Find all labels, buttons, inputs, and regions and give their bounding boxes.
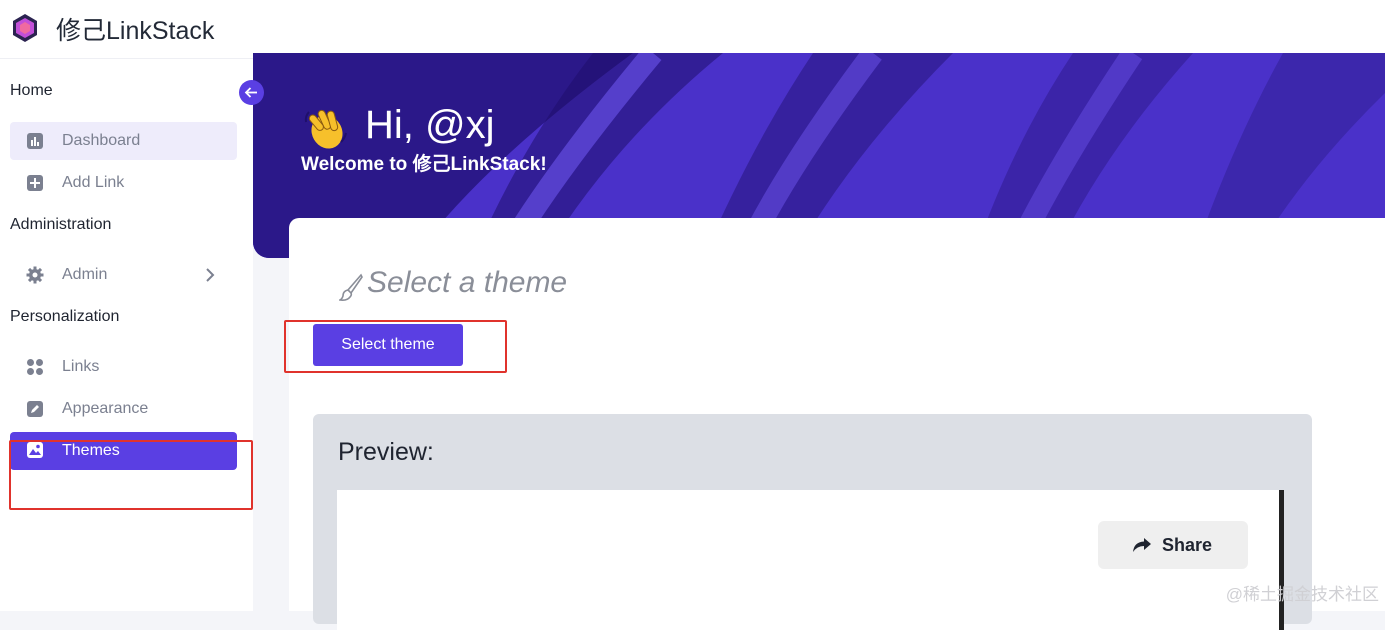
hero-greeting: Hi, @xj [365, 103, 495, 147]
sidebar-item-label: Add Link [62, 174, 125, 191]
sidebar-item-label: Admin [62, 266, 108, 283]
sidebar-item-admin[interactable]: Admin [10, 256, 237, 294]
sidebar-item-appearance[interactable]: Appearance [10, 390, 237, 428]
share-button[interactable]: Share [1098, 521, 1248, 569]
preview-panel: Preview: Share [313, 414, 1312, 630]
arrow-left-icon [244, 87, 257, 98]
section-title-home: Home [10, 82, 53, 99]
topbar [253, 0, 1385, 53]
share-arrow-icon [1133, 538, 1151, 552]
brand[interactable]: 修己LinkStack [0, 0, 253, 59]
brand-name: 修己LinkStack [56, 17, 215, 45]
chart-icon [27, 133, 43, 149]
preview-scrollbar[interactable] [1279, 490, 1284, 630]
hero-welcome: Welcome to 修己LinkStack! [301, 154, 547, 175]
preview-frame[interactable]: Share [337, 490, 1284, 630]
edit-icon [27, 401, 43, 417]
grid-icon [27, 359, 43, 375]
gear-icon [26, 266, 44, 284]
annotation-highlight-select-theme [284, 320, 507, 373]
section-title-personalization: Personalization [10, 308, 120, 325]
watermark: @稀土掘金技术社区 [1225, 585, 1379, 604]
section-title-administration: Administration [10, 216, 112, 233]
sidebar-item-links[interactable]: Links [10, 348, 237, 386]
annotation-highlight-themes [9, 440, 253, 510]
sidebar-item-dashboard[interactable]: Dashboard [10, 122, 237, 160]
plus-square-icon [27, 175, 43, 191]
sidebar: 修己LinkStack Home Dashboard Add Link Admi… [0, 0, 253, 611]
card-title: Select a theme [367, 266, 568, 299]
chevron-right-icon [206, 268, 215, 282]
sidebar-collapse-button[interactable] [239, 80, 264, 105]
sidebar-item-add-link[interactable]: Add Link [10, 164, 237, 202]
preview-label: Preview: [338, 438, 434, 466]
sidebar-item-label: Links [62, 358, 100, 375]
share-label: Share [1162, 535, 1213, 555]
brush-icon [339, 273, 363, 301]
sidebar-item-label: Appearance [62, 400, 149, 417]
theme-card: Select a theme Select theme Preview: Sha… [289, 218, 1385, 630]
sidebar-item-label: Dashboard [62, 132, 141, 149]
waving-hand-icon [304, 109, 347, 149]
gem-logo-icon [13, 14, 37, 42]
